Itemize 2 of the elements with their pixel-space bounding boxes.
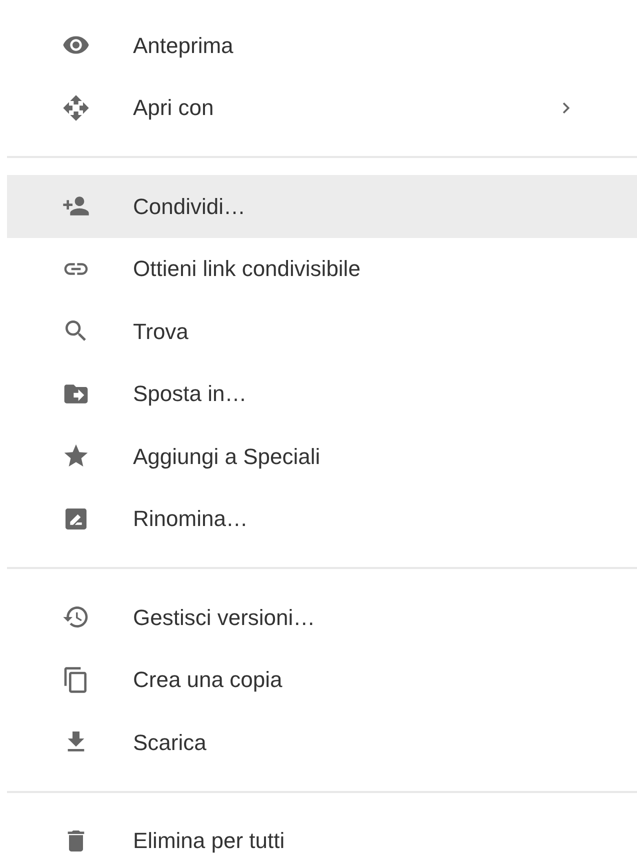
- four-arrows-icon: [62, 94, 90, 122]
- menu-item[interactable]: Condividi…: [7, 175, 637, 238]
